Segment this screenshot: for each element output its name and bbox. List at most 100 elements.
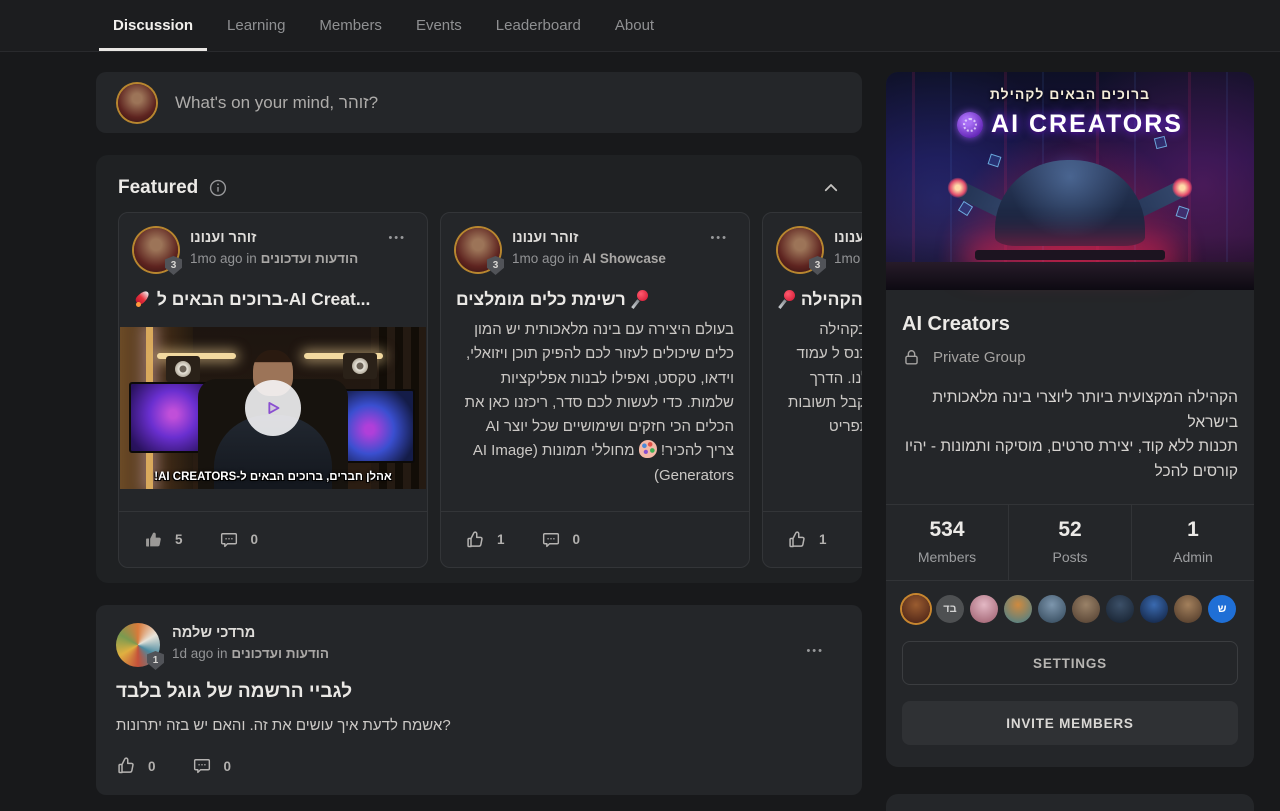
post-title[interactable]: לגביי הרשמה של גוגל בלבד <box>116 681 842 703</box>
featured-section: Featured 3 <box>96 155 862 583</box>
stat-posts[interactable]: 52 Posts <box>1008 505 1131 580</box>
brain-icon <box>957 112 983 138</box>
rocket-emoji <box>134 290 152 308</box>
category-link[interactable]: AI Showcase <box>583 251 666 266</box>
cover-welcome-text: ברוכים הבאים לקהילת <box>886 86 1254 102</box>
comment-button[interactable] <box>219 530 239 550</box>
card-header: 3 זוהר וענונו 1mo ago in הודעות ועדכונים… <box>134 228 412 272</box>
cover-group-name: AI CREATORS <box>991 110 1183 139</box>
info-icon[interactable] <box>209 179 227 197</box>
privacy-row: Private Group <box>902 348 1238 367</box>
category-link[interactable]: הודעות ועדכונים <box>261 251 359 266</box>
author-name[interactable]: זוהר וענונו <box>512 230 666 246</box>
post-title[interactable]: חוקי הקהילה <box>778 288 862 311</box>
author-avatar[interactable]: 1 <box>116 623 160 667</box>
post-menu-icon[interactable]: ••• <box>802 641 828 661</box>
card-footer: 1 <box>763 511 862 567</box>
comment-count: 0 <box>224 759 232 774</box>
post-composer[interactable]: What's on your mind, זוהר? <box>96 72 862 133</box>
feed-post[interactable]: 1 מרדכי שלמה 1d ago in הודעות ועדכונים •… <box>96 605 862 795</box>
leaderboard-card: Leaderboard (30-days) <box>886 794 1254 811</box>
member-avatar[interactable] <box>1072 595 1100 623</box>
author-block: זוהר וענונו 1mo ago in הודעות ועדכונים <box>190 228 358 266</box>
tab-events[interactable]: Events <box>402 0 476 51</box>
tab-members[interactable]: Members <box>305 0 396 51</box>
composer-prompt[interactable]: What's on your mind, זוהר? <box>175 93 378 113</box>
featured-card-welcome[interactable]: 3 זוהר וענונו 1mo ago in הודעות ועדכונים… <box>118 212 428 568</box>
featured-title: Featured <box>118 177 198 199</box>
author-name[interactable]: מרדכי שלמה <box>172 625 329 641</box>
featured-card-rules[interactable]: 3 זוהר וענונו 1mo ago in חוקי הקהילה שלו… <box>762 212 862 568</box>
cover-brand-row: AI CREATORS <box>886 110 1254 139</box>
video-thumbnail[interactable]: אהלן חברים, ברוכים הבאים ל-AI CREATORS! <box>120 327 426 489</box>
stat-members[interactable]: 534 Members <box>886 505 1008 580</box>
group-cover-image[interactable]: ברוכים הבאים לקהילת AI CREATORS <box>886 72 1254 290</box>
level-badge: 1 <box>147 651 164 670</box>
privacy-label: Private Group <box>933 349 1026 366</box>
post-body: בעולם היצירה עם בינה מלאכותית יש המון כל… <box>456 318 734 490</box>
play-button[interactable] <box>245 380 301 436</box>
lock-icon <box>902 348 921 367</box>
tab-discussion[interactable]: Discussion <box>99 0 207 51</box>
member-avatar[interactable] <box>1174 595 1202 623</box>
post-meta: 1mo ago in AI Showcase <box>512 251 666 266</box>
like-button[interactable] <box>143 530 163 550</box>
author-avatar[interactable]: 3 <box>456 228 500 272</box>
member-avatar[interactable] <box>1004 595 1032 623</box>
post-body: אשמח לדעת איך עושים את זה. והאם יש בזה י… <box>116 717 842 734</box>
palette-emoji <box>639 440 657 458</box>
featured-cards-row: 3 זוהר וענונו 1mo ago in הודעות ועדכונים… <box>118 212 862 568</box>
featured-card-tools[interactable]: 3 זוהר וענונו 1mo ago in AI Showcase •••… <box>440 212 750 568</box>
post-menu-icon[interactable]: ••• <box>706 228 732 248</box>
author-avatar[interactable]: 3 <box>134 228 178 272</box>
comment-count: 0 <box>251 532 259 547</box>
member-avatar[interactable] <box>1106 595 1134 623</box>
comment-count: 0 <box>573 532 581 547</box>
chevron-up-icon[interactable] <box>822 179 840 202</box>
current-user-avatar[interactable] <box>118 84 156 122</box>
top-nav: Discussion Learning Members Events Leade… <box>0 0 1280 52</box>
card-header: 3 זוהר וענונו 1mo ago in <box>778 228 862 272</box>
post-title[interactable]: רשימת כלים מומלצים <box>456 288 734 311</box>
tab-about[interactable]: About <box>601 0 668 51</box>
like-button[interactable] <box>465 530 485 550</box>
like-button[interactable] <box>787 530 807 550</box>
post-menu-icon[interactable]: ••• <box>384 228 410 248</box>
comment-button[interactable] <box>541 530 561 550</box>
member-avatar[interactable] <box>1038 595 1066 623</box>
group-sidebar: ברוכים הבאים לקהילת AI CREATORS AI Creat… <box>886 72 1254 811</box>
member-avatar[interactable] <box>902 595 930 623</box>
member-avatar[interactable]: בד <box>936 595 964 623</box>
author-name[interactable]: זוהר וענונו <box>834 230 862 246</box>
video-caption: אהלן חברים, ברוכים הבאים ל-AI CREATORS! <box>120 471 426 483</box>
page-body: What's on your mind, זוהר? Featured <box>0 52 1280 811</box>
comment-button[interactable] <box>192 756 212 776</box>
tab-learning[interactable]: Learning <box>213 0 299 51</box>
author-avatar[interactable]: 3 <box>778 228 822 272</box>
member-avatar[interactable]: ש <box>1208 595 1236 623</box>
level-badge: 3 <box>487 256 504 275</box>
cover-keyboard <box>975 250 1165 260</box>
card-footer: 1 0 <box>441 511 749 567</box>
post-meta: 1mo ago in <box>834 251 862 266</box>
tab-leaderboard[interactable]: Leaderboard <box>482 0 595 51</box>
member-avatar[interactable] <box>1140 595 1168 623</box>
author-name[interactable]: זוהר וענונו <box>190 230 358 246</box>
like-button[interactable] <box>116 756 136 776</box>
stat-admins[interactable]: 1 Admin <box>1131 505 1254 580</box>
group-stats: 534 Members 52 Posts 1 Admin <box>886 504 1254 581</box>
pushpin-emoji <box>778 290 796 308</box>
post-meta: 1d ago in הודעות ועדכונים <box>172 646 329 661</box>
card-header: 3 זוהר וענונו 1mo ago in AI Showcase ••• <box>456 228 734 272</box>
level-badge: 3 <box>165 256 182 275</box>
pushpin-emoji <box>631 290 649 308</box>
settings-button[interactable]: SETTINGS <box>902 641 1238 685</box>
thumb-speaker <box>343 353 377 379</box>
member-avatar[interactable] <box>970 595 998 623</box>
category-link[interactable]: הודעות ועדכונים <box>231 646 329 661</box>
author-block: זוהר וענונו 1mo ago in <box>834 228 862 266</box>
group-name: AI Creators <box>902 313 1238 336</box>
invite-members-button[interactable]: INVITE MEMBERS <box>902 701 1238 745</box>
card-footer: 5 0 <box>119 511 427 567</box>
post-title[interactable]: ברוכים הבאים ל-AI Creat... <box>134 288 412 311</box>
